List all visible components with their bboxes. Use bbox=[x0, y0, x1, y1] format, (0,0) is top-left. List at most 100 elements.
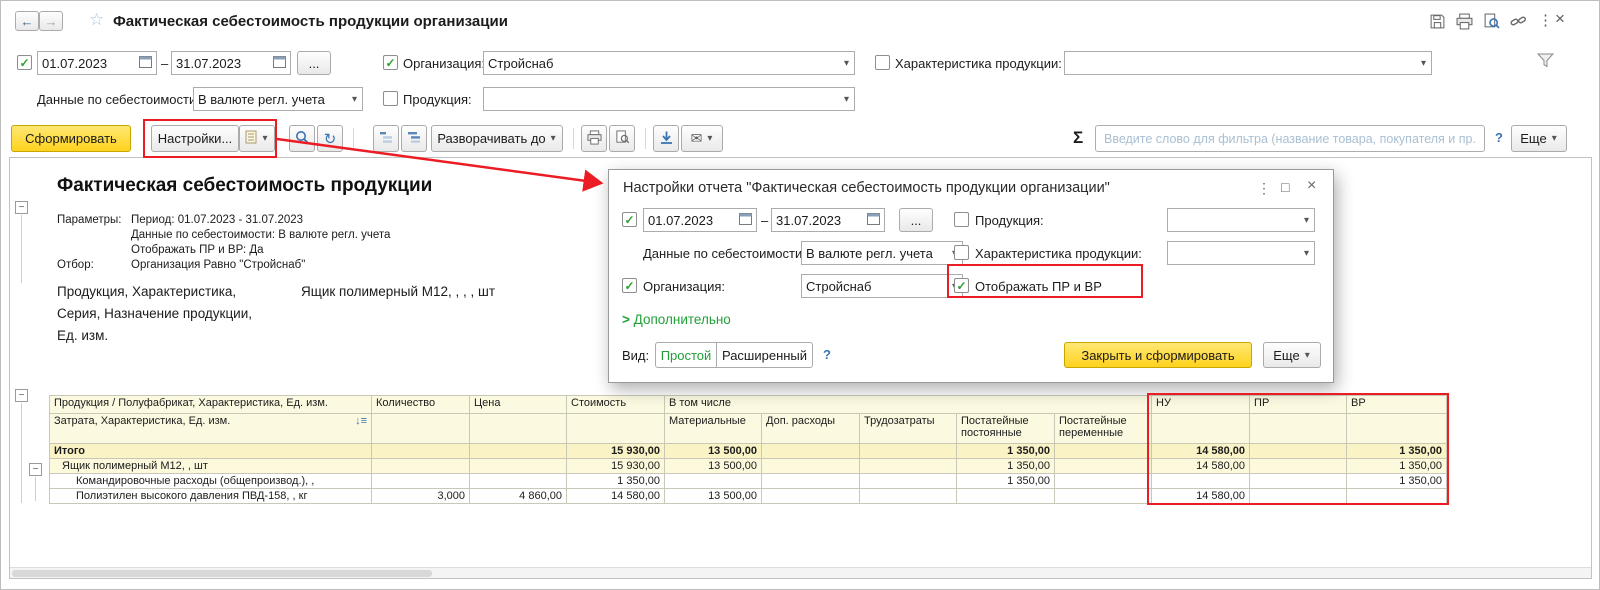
col-header-including[interactable]: В том числе bbox=[663, 395, 1153, 414]
dialog-cost-data-combo[interactable]: В валюте регл. учета ▾ bbox=[801, 241, 963, 265]
find-on-page-icon[interactable] bbox=[1483, 13, 1500, 33]
chevron-down-icon[interactable]: ▾ bbox=[351, 94, 358, 105]
ellipsis-label: ... bbox=[910, 212, 922, 228]
view-simple-button[interactable]: Простой bbox=[655, 342, 717, 368]
col-header-materials[interactable]: Материальные bbox=[664, 413, 762, 444]
report-variant-icon bbox=[245, 130, 257, 147]
settings-variants-button[interactable]: ▾ bbox=[239, 125, 275, 152]
generate-button[interactable]: Сформировать bbox=[11, 125, 131, 152]
dialog-more-button[interactable]: Еще ▾ bbox=[1263, 342, 1321, 368]
calendar-icon[interactable] bbox=[273, 55, 286, 71]
col-header-fixed[interactable]: Постатейные постоянные bbox=[956, 413, 1055, 444]
dialog-help-link[interactable]: ? bbox=[823, 347, 831, 362]
dialog-characteristic-checkbox[interactable] bbox=[954, 245, 969, 260]
additional-expander[interactable]: > Дополнительно bbox=[622, 312, 731, 327]
filter-funnel-icon[interactable] bbox=[1536, 53, 1555, 71]
production-combo[interactable]: ▾ bbox=[483, 87, 855, 111]
collapse-levels-button[interactable] bbox=[373, 125, 399, 152]
save-icon[interactable] bbox=[1429, 13, 1446, 33]
dialog-maximize-icon[interactable]: □ bbox=[1281, 179, 1289, 195]
col-header-cost[interactable]: Стоимость bbox=[566, 395, 665, 414]
dialog-production-combo[interactable]: ▾ bbox=[1167, 208, 1315, 232]
col-header-qty[interactable]: Количество bbox=[371, 395, 470, 414]
expand-levels-button[interactable] bbox=[401, 125, 427, 152]
more-button[interactable]: Еще ▾ bbox=[1511, 125, 1567, 152]
period-checkbox[interactable]: ✓ bbox=[17, 55, 32, 70]
refresh-button[interactable]: ↻ bbox=[317, 125, 343, 152]
dialog-more-icon[interactable]: ⋮ bbox=[1257, 180, 1271, 197]
print-preview-button[interactable] bbox=[609, 125, 635, 152]
print-button[interactable] bbox=[581, 125, 607, 152]
dialog-period-checkbox[interactable]: ✓ bbox=[622, 212, 637, 227]
quick-filter-input[interactable] bbox=[1095, 125, 1485, 152]
send-email-button[interactable]: ✉ ▾ bbox=[681, 125, 723, 152]
sort-icon[interactable]: ↓≡ bbox=[355, 415, 367, 427]
calendar-icon[interactable] bbox=[139, 55, 152, 71]
characteristic-checkbox[interactable] bbox=[875, 55, 890, 70]
chevron-down-icon[interactable]: ▾ bbox=[843, 94, 850, 105]
period-variants-button[interactable]: ... bbox=[297, 51, 331, 75]
print-icon[interactable] bbox=[1456, 13, 1473, 33]
dialog-period-variants-button[interactable]: ... bbox=[899, 208, 933, 232]
dialog-period-to-input[interactable]: 31.07.2023 bbox=[771, 208, 885, 232]
chevron-down-icon[interactable]: ▾ bbox=[1420, 58, 1427, 69]
col-header-labor[interactable]: Трудозатраты bbox=[859, 413, 957, 444]
collapse-row-button[interactable]: − bbox=[29, 463, 42, 476]
col-header-extra[interactable]: Доп. расходы bbox=[761, 413, 860, 444]
table-row[interactable]: Ящик полимерный М12, , шт 15 930,00 13 5… bbox=[49, 458, 1448, 474]
scrollbar-thumb[interactable] bbox=[12, 570, 432, 577]
chevron-down-icon[interactable]: ▾ bbox=[843, 58, 850, 69]
dialog-production-checkbox[interactable] bbox=[954, 212, 969, 227]
check-icon: ✓ bbox=[19, 55, 30, 70]
back-button[interactable]: ← bbox=[15, 11, 39, 31]
forward-button[interactable]: → bbox=[39, 11, 63, 31]
col-header-vr[interactable]: ВР bbox=[1346, 395, 1448, 414]
col-header-product[interactable]: Продукция / Полуфабрикат, Характеристика… bbox=[49, 395, 372, 414]
chevron-down-icon[interactable]: ▾ bbox=[1303, 248, 1310, 259]
characteristic-combo[interactable]: ▾ bbox=[1064, 51, 1432, 75]
param-cost-data: Данные по себестоимости: В валюте регл. … bbox=[131, 229, 391, 241]
back-icon: ← bbox=[20, 13, 34, 29]
col-header-pr[interactable]: ПР bbox=[1249, 395, 1348, 414]
link-icon[interactable] bbox=[1510, 14, 1527, 32]
table-row-total[interactable]: Итого 15 930,00 13 500,00 1 350,00 14 58… bbox=[49, 443, 1448, 459]
expand-to-dropdown[interactable]: Разворачивать до ▾ bbox=[431, 125, 563, 152]
period-to-input[interactable]: 31.07.2023 bbox=[171, 51, 291, 75]
search-button[interactable] bbox=[289, 125, 315, 152]
close-icon[interactable]: × bbox=[1555, 9, 1565, 29]
col-header-variable[interactable]: Постатейные переменные bbox=[1053, 413, 1153, 444]
dialog-close-icon[interactable]: × bbox=[1307, 177, 1316, 195]
chevron-down-icon[interactable]: ▾ bbox=[1303, 215, 1310, 226]
close-and-generate-label: Закрыть и сформировать bbox=[1081, 347, 1235, 363]
organization-checkbox[interactable]: ✓ bbox=[383, 55, 398, 70]
dialog-organization-checkbox[interactable]: ✓ bbox=[622, 278, 637, 293]
forward-icon: → bbox=[44, 13, 58, 29]
cost-data-combo[interactable]: В валюте регл. учета ▾ bbox=[193, 87, 363, 111]
dialog-organization-combo[interactable]: Стройснаб ▾ bbox=[801, 274, 963, 298]
col-header-price[interactable]: Цена bbox=[469, 395, 567, 414]
minus-icon: − bbox=[18, 201, 25, 213]
more-menu-icon[interactable]: ⋮ bbox=[1538, 11, 1553, 29]
calendar-icon[interactable] bbox=[739, 212, 752, 228]
production-checkbox[interactable] bbox=[383, 91, 398, 106]
col-header-expense[interactable]: Затрата, Характеристика, Ед. изм. ↓≡ bbox=[49, 413, 372, 444]
favorite-star-icon[interactable]: ☆ bbox=[89, 10, 104, 30]
collapse-group-button[interactable]: − bbox=[15, 201, 28, 214]
settings-button[interactable]: Настройки... bbox=[151, 125, 239, 152]
table-row[interactable]: Полиэтилен высокого давления ПВД-158, , … bbox=[49, 488, 1448, 504]
view-extended-button[interactable]: Расширенный bbox=[717, 342, 813, 368]
organization-combo[interactable]: Стройснаб ▾ bbox=[483, 51, 855, 75]
calendar-icon[interactable] bbox=[867, 212, 880, 228]
period-from-input[interactable]: 01.07.2023 bbox=[37, 51, 157, 75]
dialog-characteristic-combo[interactable]: ▾ bbox=[1167, 241, 1315, 265]
dialog-period-from-input[interactable]: 01.07.2023 bbox=[643, 208, 757, 232]
dialog-show-prvr-checkbox[interactable]: ✓ bbox=[954, 278, 969, 293]
horizontal-scrollbar[interactable] bbox=[10, 567, 1591, 578]
close-and-generate-button[interactable]: Закрыть и сформировать bbox=[1064, 342, 1252, 368]
collapse-group-button[interactable]: − bbox=[15, 389, 28, 402]
help-link[interactable]: ? bbox=[1495, 130, 1503, 145]
save-to-file-button[interactable] bbox=[653, 125, 679, 152]
report-title: Фактическая себестоимость продукции bbox=[57, 175, 433, 196]
table-row[interactable]: Командировочные расходы (общепроизвод.),… bbox=[49, 473, 1448, 489]
col-header-nu[interactable]: НУ bbox=[1151, 395, 1251, 414]
